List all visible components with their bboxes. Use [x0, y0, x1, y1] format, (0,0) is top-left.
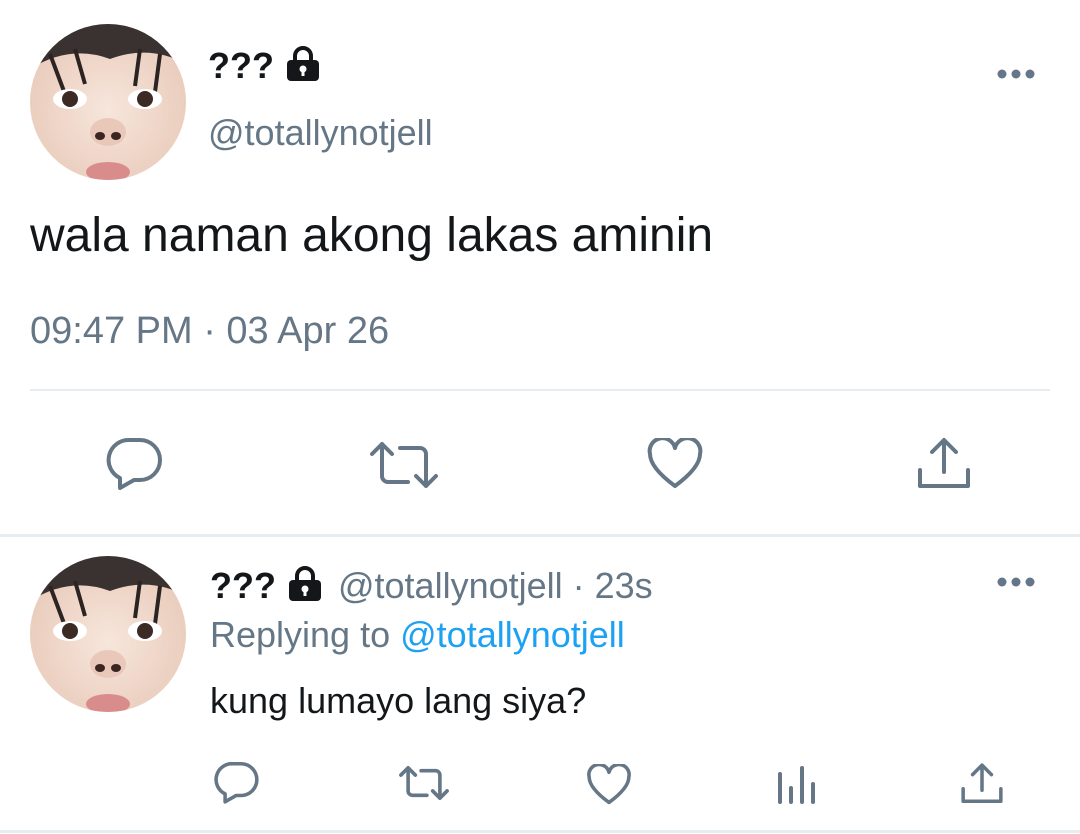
share-icon[interactable] — [960, 762, 1004, 806]
divider — [30, 389, 1050, 391]
reply-icon[interactable] — [214, 760, 260, 804]
like-icon[interactable] — [586, 764, 632, 806]
share-icon[interactable] — [916, 436, 972, 492]
display-name[interactable]: ??? — [208, 45, 274, 87]
bottom-divider — [0, 830, 1080, 833]
section-divider — [0, 534, 1080, 537]
more-options-icon[interactable] — [996, 574, 1036, 595]
avatar[interactable] — [30, 556, 186, 712]
display-name[interactable]: ??? — [210, 565, 276, 607]
avatar[interactable] — [30, 24, 186, 180]
retweet-icon[interactable] — [368, 440, 440, 490]
more-options-icon[interactable] — [996, 66, 1036, 87]
lock-icon — [286, 565, 324, 607]
timestamp[interactable]: 09:47 PM · 03 Apr 26 — [30, 310, 389, 353]
analytics-icon[interactable] — [776, 764, 816, 804]
reply-text: kung lumayo lang siya? — [210, 680, 587, 721]
separator: · — [572, 565, 585, 606]
lock-icon — [284, 45, 322, 87]
replying-to-handle[interactable]: @totallynotjell — [400, 614, 625, 655]
like-icon[interactable] — [646, 438, 704, 490]
tweet-text: wala naman akong lakas aminin — [30, 209, 714, 262]
replying-to-label: Replying to — [210, 614, 391, 655]
reply-icon[interactable] — [106, 436, 164, 490]
retweet-icon[interactable] — [398, 764, 450, 802]
tweet-age[interactable]: 23s — [595, 565, 653, 607]
handle[interactable]: @totallynotjell — [338, 565, 563, 607]
handle[interactable]: @totallynotjell — [208, 112, 433, 154]
